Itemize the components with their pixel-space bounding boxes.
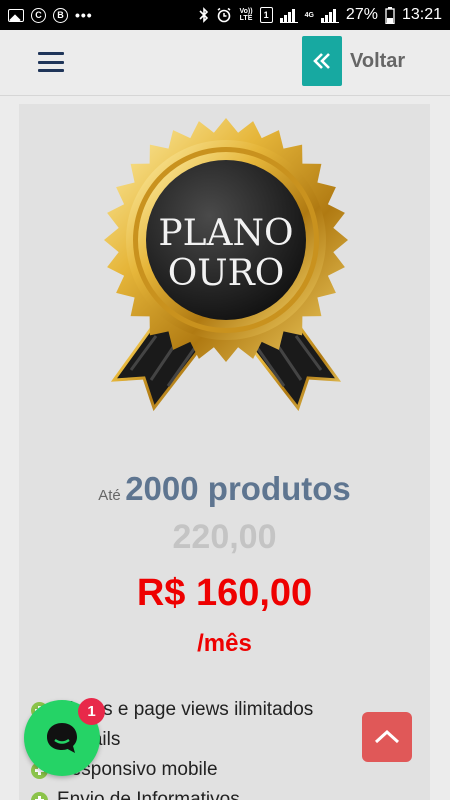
copyright-icon: C [31,7,46,23]
signal-icon-2 [320,8,339,23]
scroll-top-button[interactable] [362,712,412,762]
product-limit-prefix: Até [98,487,121,504]
network-4g-label: 4G [304,11,314,19]
chevron-up-icon [374,729,400,744]
double-chevron-left-icon [302,36,342,86]
product-limit: Até 2000 produtos [19,470,430,508]
gold-medal-badge: PLANO OURO [104,118,348,412]
battery-percent: 27% [345,6,378,23]
price: R$ 160,00 [136,572,313,614]
bluetooth-icon [199,7,209,23]
more-dots-icon: ••• [75,7,93,23]
product-limit-value: 2000 produtos [125,470,351,507]
clock: 13:21 [401,6,442,23]
battery-icon [385,6,395,24]
volte-indicator: Vo)) LTE [239,8,253,22]
status-bar-right: Vo)) LTE 1 4G 27% 13:21 [199,6,442,24]
status-bar: C B ••• Vo)) LTE 1 4G 27% 13:21 [0,0,450,30]
old-price: 220,00 [172,518,277,556]
badge-text-line2: OURO [168,253,284,294]
app-header: Voltar [0,30,450,96]
menu-icon[interactable] [38,52,64,72]
back-button-label: Voltar [350,49,406,72]
b-icon: B [53,7,68,23]
signal-icon [279,8,298,23]
plus-circle-icon [31,791,48,800]
billing-period: /mês [197,630,252,657]
image-icon [8,8,24,22]
chat-bubble-icon [47,723,77,753]
alarm-icon [216,7,232,23]
badge-text-line1: PLANO [158,213,293,254]
status-bar-left: C B ••• [8,7,93,23]
back-button[interactable]: Voltar [302,36,405,86]
plan-card: PLANO OURO Até 2000 produtos 220,00 R$ 1… [19,104,430,800]
list-item: Envio de Informativos [31,785,313,800]
sim-icon: 1 [259,7,273,23]
notification-badge: 1 [78,698,105,725]
